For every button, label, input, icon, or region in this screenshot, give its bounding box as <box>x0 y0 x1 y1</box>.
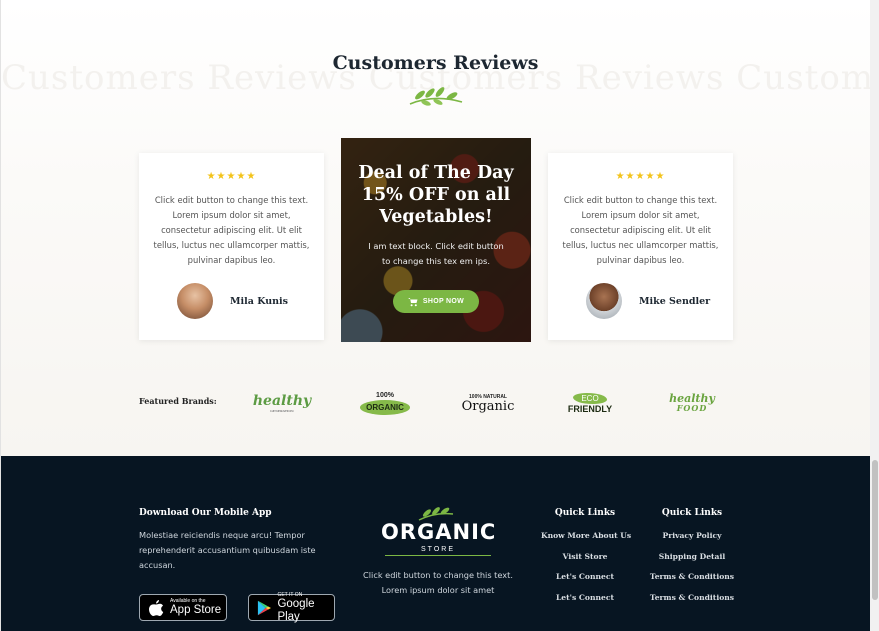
scrollbar-thumb[interactable] <box>872 460 878 600</box>
avatar <box>177 283 213 319</box>
footer-link-privacy-policy[interactable]: Privacy Policy <box>647 526 737 547</box>
review-text: Click edit button to change this text. L… <box>153 195 310 265</box>
brand-logo-100-organic[interactable]: 100% ORGANIC <box>359 386 411 420</box>
google-play-icon <box>257 600 271 615</box>
brand-logo-natural-organic[interactable]: 100% NATURAL Organic <box>461 386 515 420</box>
google-play-button[interactable]: GET IT ON Google Play <box>248 592 335 623</box>
review-text: Click edit button to change this text. L… <box>562 195 719 265</box>
reviewer-name: Mike Sendler <box>639 295 711 307</box>
reviewer: Mike Sendler <box>586 281 710 321</box>
organic-store-logo[interactable]: ORGANIC STORE <box>381 506 495 562</box>
app-store-button[interactable]: Available on the App Store <box>139 594 227 621</box>
logo-wordmark: ORGANIC <box>381 520 497 544</box>
brand-name: FRIENDLY <box>567 403 613 414</box>
page: Customers Reviews Customers Reviews Cust… <box>0 0 870 631</box>
footer-link-know-more[interactable]: Know More About Us <box>541 526 631 547</box>
deal-of-the-day-card: Deal of The Day 15% OFF on all Vegetable… <box>341 138 531 342</box>
footer-link-terms[interactable]: Terms & Conditions <box>647 588 737 609</box>
brand-logo-healthy[interactable]: healthy GENERATION <box>252 386 312 420</box>
footer-link-visit-store[interactable]: Visit Store <box>541 547 629 568</box>
section-title: Customers Reviews <box>332 52 539 74</box>
avatar <box>586 283 622 319</box>
rating-stars-icon: ★★★★★ <box>615 171 666 182</box>
deal-text: I am text block. Click edit button to ch… <box>368 241 504 266</box>
rating-stars-icon: ★★★★★ <box>206 171 257 182</box>
brand-name: Organic <box>461 398 515 414</box>
leaf-ornament-icon <box>409 87 463 106</box>
quick-links-column-1: Quick Links Know More About Us Visit Sto… <box>541 508 631 609</box>
brand-name: FOOD <box>676 403 708 413</box>
brand-name: ORGANIC <box>360 399 410 415</box>
apple-icon <box>149 599 164 616</box>
deal-title: Deal of The Day 15% OFF on all Vegetable… <box>358 163 514 227</box>
brand-name: healthy <box>252 393 312 409</box>
footer-link-lets-connect[interactable]: Let's Connect <box>541 588 629 609</box>
shop-now-label: SHOP NOW <box>422 298 465 305</box>
google-play-big: Google Play <box>277 597 315 623</box>
logo-subtitle: STORE <box>421 546 455 553</box>
footer-center-text: Click edit button to change this text. L… <box>363 570 513 595</box>
shop-now-button[interactable]: SHOP NOW <box>393 290 479 313</box>
footer-link-shipping-detail[interactable]: Shipping Detail <box>647 547 737 568</box>
reviewer: Mila Kunis <box>177 281 288 321</box>
brand-top: ECO <box>573 392 607 404</box>
reviews-section: Customers Reviews Customers Reviews Cust… <box>1 0 870 456</box>
cart-icon <box>407 297 418 306</box>
brand-logo-eco-friendly[interactable]: ECO FRIENDLY <box>567 386 613 420</box>
review-card: ★★★★★ Click edit button to change this t… <box>548 153 733 340</box>
footer-link-terms[interactable]: Terms & Conditions <box>647 567 737 588</box>
logo-underline <box>385 555 491 556</box>
quick-links-column-2: Quick Links Privacy Policy Shipping Deta… <box>647 508 737 608</box>
footer: Download Our Mobile App Molestiae reicie… <box>1 456 870 631</box>
review-card: ★★★★★ Click edit button to change this t… <box>139 153 324 340</box>
quick-links-heading: Quick Links <box>554 508 616 518</box>
app-description: Molestiae reiciendis neque arcu! Tempor … <box>139 530 316 570</box>
footer-link-lets-connect[interactable]: Let's Connect <box>541 567 629 588</box>
featured-brands-label: Featured Brands: <box>139 396 217 406</box>
quick-links-heading: Quick Links <box>661 508 723 518</box>
brand-sub: GENERATION <box>270 409 294 413</box>
brand-logo-healthy-food[interactable]: healthy FOOD <box>668 386 716 420</box>
reviewer-name: Mila Kunis <box>230 295 289 307</box>
app-store-big: App Store <box>170 604 222 616</box>
app-heading: Download Our Mobile App <box>139 508 272 518</box>
brand-top: 100% <box>376 391 394 399</box>
